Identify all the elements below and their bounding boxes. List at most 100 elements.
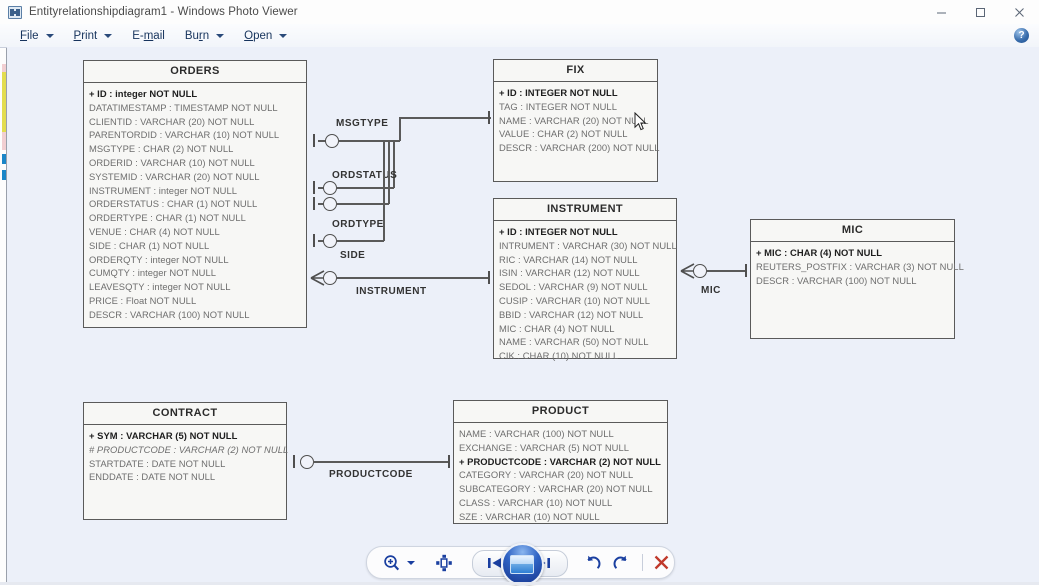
er-table-contract: CONTRACT + SYM : VARCHAR (5) NOT NULL # …: [83, 402, 289, 520]
attribute-row: # PRODUCTCODE : VARCHAR (2) NOT NULL: [89, 443, 289, 455]
chevron-down-icon: [279, 33, 288, 38]
er-table-title: CONTRACT: [84, 403, 286, 425]
attribute-row: DESCR : VARCHAR (200) NOT NULL: [499, 142, 660, 154]
relationship-label-ordtype: ORDTYPE: [332, 219, 384, 230]
crows-foot-one-tick: [313, 181, 315, 194]
play-slideshow-button[interactable]: [500, 543, 544, 586]
attribute-row: NAME : VARCHAR (100) NOT NULL: [459, 428, 614, 439]
relationship-label-msgtype: MSGTYPE: [336, 118, 389, 129]
attribute-row: SIDE : CHAR (1) NOT NULL: [89, 239, 210, 251]
attribute-row: SUBCATEGORY : VARCHAR (20) NOT NULL: [459, 483, 653, 495]
relationship-label-side: SIDE: [340, 250, 366, 261]
image-canvas: ORDERS + ID : integer NOT NULL DATATIMES…: [7, 47, 1039, 585]
attribute-row: BBID : VARCHAR (12) NOT NULL: [499, 308, 644, 320]
relationship-line: [336, 240, 384, 242]
er-table-attributes: + MIC : CHAR (4) NOT NULL REUTERS_POSTFI…: [751, 242, 964, 291]
maximize-button[interactable]: [961, 0, 1000, 24]
relationship-optional-circle: [325, 134, 339, 148]
er-table-title: PRODUCT: [454, 401, 667, 423]
attribute-row: VENUE : CHAR (4) NOT NULL: [89, 225, 220, 237]
attribute-row: ORDERSTATUS : CHAR (1) NOT NULL: [89, 198, 258, 210]
help-icon[interactable]: ?: [1014, 28, 1029, 43]
menu-print-label: Print: [73, 29, 98, 42]
menu-email[interactable]: E-mail: [126, 24, 171, 47]
crows-foot-one-tick: [313, 134, 315, 147]
relationship-optional-circle: [323, 271, 337, 285]
relationship-label-mic: MIC: [701, 285, 721, 296]
rotate-clockwise-button[interactable]: [610, 548, 632, 577]
relationship-line: [383, 141, 385, 241]
relationship-line: [336, 277, 488, 279]
menu-burn[interactable]: Burn: [179, 24, 230, 47]
attribute-row: + MIC : CHAR (4) NOT NULL: [756, 247, 882, 258]
relationship-optional-circle: [300, 455, 314, 469]
menu-open[interactable]: Open: [238, 24, 293, 47]
crows-foot-one-tick: [488, 271, 490, 284]
attribute-row: + ID : INTEGER NOT NULL: [499, 226, 618, 237]
menu-file[interactable]: File: [14, 24, 60, 47]
attribute-row: RIC : VARCHAR (14) NOT NULL: [499, 253, 638, 265]
attribute-row: ISIN : VARCHAR (12) NOT NULL: [499, 267, 640, 279]
relationship-line: [388, 141, 390, 204]
er-table-mic: MIC + MIC : CHAR (4) NOT NULL REUTERS_PO…: [750, 219, 964, 339]
attribute-row: + ID : INTEGER NOT NULL: [499, 87, 618, 98]
er-table-attributes: + ID : INTEGER NOT NULL INTRUMENT : VARC…: [494, 221, 677, 367]
chevron-down-icon: [216, 33, 225, 38]
navigation-group: [471, 543, 568, 586]
fit-to-window-button[interactable]: [432, 548, 456, 577]
mouse-cursor: [634, 111, 647, 132]
attribute-row: + PRODUCTCODE : VARCHAR (2) NOT NULL: [459, 455, 661, 467]
attribute-row: DATATIMESTAMP : TIMESTAMP NOT NULL: [89, 101, 278, 113]
attribute-row: NAME : VARCHAR (20) NOT NULL: [499, 114, 649, 126]
attribute-row: PARENTORDID : VARCHAR (10) NOT NULL: [89, 129, 280, 141]
menu-print[interactable]: Print: [68, 24, 119, 47]
attribute-row: PRICE : Float NOT NULL: [89, 294, 197, 306]
er-table-product: PRODUCT NAME : VARCHAR (100) NOT NULL EX…: [453, 400, 668, 524]
er-table-title: MIC: [751, 220, 954, 242]
zoom-button[interactable]: [383, 548, 416, 577]
chevron-down-icon: [407, 560, 416, 565]
relationship-optional-circle: [323, 181, 337, 195]
relationship-optional-circle: [323, 197, 337, 211]
crows-foot-one-tick: [745, 264, 747, 277]
minimize-button[interactable]: [922, 0, 961, 24]
er-table-title: INSTRUMENT: [494, 199, 676, 221]
attribute-row: DESCR : VARCHAR (100) NOT NULL: [89, 308, 250, 320]
crows-foot-many-icon: [310, 270, 325, 286]
window-title: Entityrelationshipdiagram1 - Windows Pho…: [29, 6, 298, 18]
attribute-row: SEDOL : VARCHAR (9) NOT NULL: [499, 281, 648, 293]
attribute-row: INTRUMENT : VARCHAR (30) NOT NULL: [499, 239, 677, 251]
delete-button[interactable]: [648, 548, 674, 577]
close-button[interactable]: [1000, 0, 1039, 24]
rotate-counterclockwise-button[interactable]: [582, 548, 604, 577]
crows-foot-one-tick: [293, 455, 295, 468]
photo-viewer-icon: [8, 5, 22, 19]
crows-foot-one-tick: [313, 234, 315, 247]
attribute-row: ORDERID : VARCHAR (10) NOT NULL: [89, 156, 255, 168]
crows-foot-one-tick: [313, 197, 315, 210]
relationship-line: [706, 270, 746, 272]
title-bar: Entityrelationshipdiagram1 - Windows Pho…: [0, 0, 1039, 25]
attribute-row: INSTRUMENT : integer NOT NULL: [89, 184, 238, 196]
attribute-row: TAG : INTEGER NOT NULL: [499, 100, 617, 112]
attribute-row: SYSTEMID : VARCHAR (20) NOT NULL: [89, 170, 260, 182]
attribute-row: MSGTYPE : CHAR (2) NOT NULL: [89, 143, 234, 155]
relationship-line: [336, 187, 394, 189]
attribute-row: LEAVESQTY : integer NOT NULL: [89, 281, 231, 293]
relationship-optional-circle: [323, 234, 337, 248]
relationship-line: [338, 140, 400, 142]
attribute-row: SZE : VARCHAR (10) NOT NULL: [459, 510, 600, 522]
relationship-label-instrument: INSTRUMENT: [356, 286, 427, 297]
window-controls: [922, 0, 1039, 24]
attribute-row: CUMQTY : integer NOT NULL: [89, 267, 216, 279]
relationship-label-productcode: PRODUCTCODE: [329, 469, 413, 480]
menu-file-label: File: [20, 29, 39, 42]
menu-open-label: Open: [244, 29, 273, 42]
relationship-line: [313, 461, 448, 463]
er-table-title: ORDERS: [84, 61, 306, 83]
attribute-row: + SYM : VARCHAR (5) NOT NULL: [89, 430, 238, 441]
relationship-optional-circle: [693, 264, 707, 278]
crows-foot-many-icon: [680, 263, 695, 279]
attribute-row: CUSIP : VARCHAR (10) NOT NULL: [499, 294, 650, 306]
er-table-title: FIX: [494, 60, 657, 82]
